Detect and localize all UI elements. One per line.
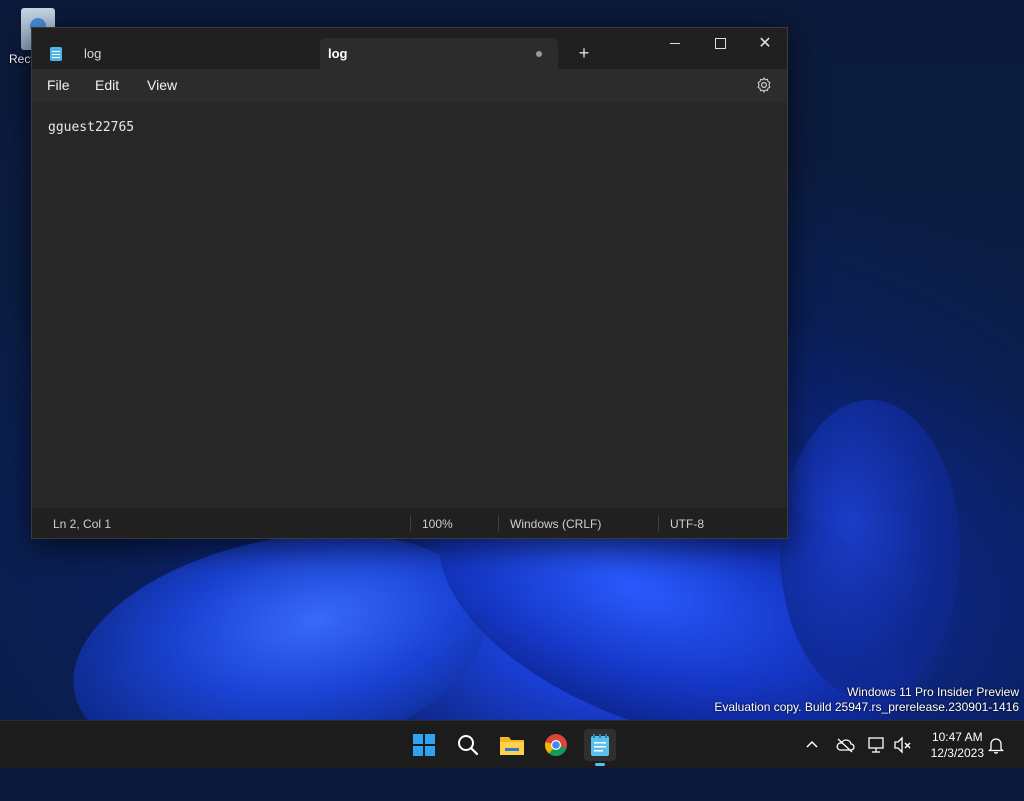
editor-content: gguest22765 (48, 120, 135, 135)
status-bar: Ln 2, Col 1 100% Windows (CRLF) UTF-8 (32, 508, 787, 538)
taskbar: 10:47 AM 12/3/2023 (0, 720, 1024, 768)
status-divider (498, 515, 499, 531)
tab-log-1[interactable]: log (38, 38, 320, 69)
menu-view[interactable]: View (147, 77, 177, 93)
volume-muted-icon (894, 736, 911, 754)
start-icon (413, 734, 435, 756)
close-button[interactable]: ✕ (742, 30, 788, 60)
clock-time: 10:47 AM (931, 730, 983, 744)
volume-button[interactable] (893, 721, 913, 769)
network-icon (868, 737, 884, 753)
minimize-button[interactable] (652, 30, 698, 60)
gear-icon[interactable] (755, 76, 773, 94)
notepad-icon (50, 46, 62, 61)
search-icon (458, 735, 479, 756)
watermark-line-2: Evaluation copy. Build 25947.rs_prerelea… (714, 700, 1019, 714)
chrome-button[interactable] (540, 729, 572, 761)
menu-edit[interactable]: Edit (95, 77, 119, 93)
search-button[interactable] (452, 729, 484, 761)
menu-bar: File Edit View (32, 69, 787, 102)
status-encoding[interactable]: UTF-8 (670, 517, 704, 531)
evaluation-watermark: Windows 11 Pro Insider Preview Evaluatio… (714, 685, 1019, 715)
notifications-button[interactable] (988, 721, 1004, 769)
chevron-up-icon (806, 740, 818, 748)
unsaved-dot-icon[interactable] (536, 51, 542, 57)
active-app-indicator (595, 763, 605, 766)
maximize-icon (714, 38, 726, 50)
file-explorer-button[interactable] (496, 729, 528, 761)
notification-bell-icon (988, 738, 1004, 754)
status-divider (410, 515, 411, 531)
notepad-icon (591, 734, 609, 756)
title-bar: log log + ✕ (32, 28, 787, 69)
maximize-button[interactable] (697, 30, 743, 60)
watermark-line-1: Windows 11 Pro Insider Preview (847, 685, 1019, 699)
status-zoom[interactable]: 100% (422, 517, 453, 531)
notepad-window: log log + ✕ File Edit View gguest22765 L… (31, 27, 788, 539)
file-explorer-icon (500, 737, 524, 755)
tab-label: log (84, 46, 102, 61)
text-editor[interactable]: gguest22765 (32, 102, 787, 508)
new-tab-button[interactable]: + (572, 42, 596, 66)
onedrive-icon (836, 738, 855, 753)
menu-file[interactable]: File (47, 77, 70, 93)
network-button[interactable] (867, 721, 887, 769)
notepad-taskbar-button[interactable] (584, 729, 616, 766)
status-line-ending[interactable]: Windows (CRLF) (510, 517, 601, 531)
status-cursor-position: Ln 2, Col 1 (53, 517, 112, 531)
status-divider (658, 515, 659, 531)
chrome-icon (545, 734, 567, 756)
tab-log-2[interactable]: log (320, 38, 558, 69)
minimize-icon (670, 43, 680, 45)
clock-date: 12/3/2023 (930, 746, 984, 760)
onedrive-button[interactable] (835, 721, 855, 769)
taskbar-clock[interactable]: 10:47 AM 12/3/2023 (931, 729, 984, 761)
start-button[interactable] (408, 729, 440, 761)
tab-label: log (328, 46, 348, 61)
tray-overflow-button[interactable] (804, 721, 820, 769)
wallpaper-swirl (780, 400, 960, 700)
